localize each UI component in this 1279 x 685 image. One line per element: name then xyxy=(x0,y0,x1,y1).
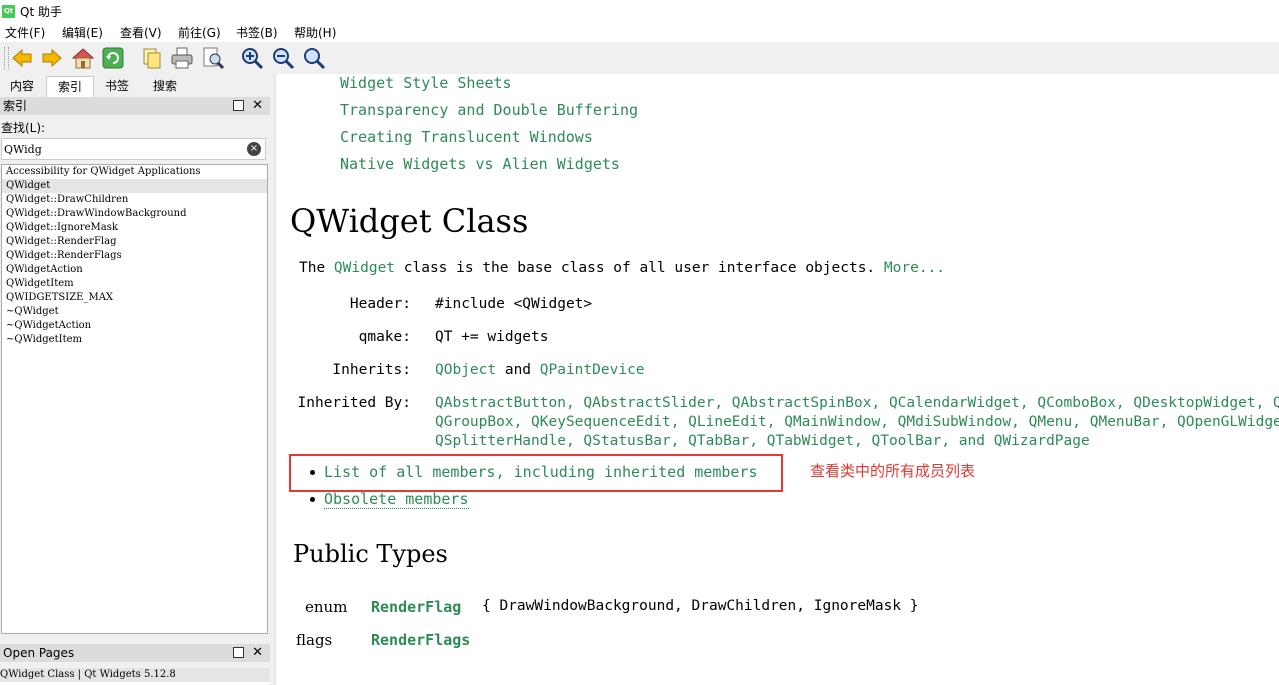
find-label: 查找(L): xyxy=(1,121,46,135)
back-icon[interactable] xyxy=(10,46,34,70)
list-item[interactable]: ~QWidgetItem xyxy=(2,333,267,347)
find-icon[interactable] xyxy=(201,46,225,70)
index-search-box: × xyxy=(1,138,266,160)
brief-prefix: The xyxy=(299,260,334,276)
open-pages-label: Open Pages xyxy=(3,646,75,660)
type-kind: flags xyxy=(296,631,333,649)
index-search-input[interactable] xyxy=(4,141,234,157)
menu-file[interactable]: 文件(F) xyxy=(5,24,45,41)
dock-close-icon[interactable]: ✕ xyxy=(252,97,263,115)
toolbar-handle[interactable] xyxy=(4,47,9,69)
title-bar: Qt Qt 助手 xyxy=(0,0,1279,22)
list-item[interactable]: ~QWidget xyxy=(2,305,267,319)
dock-close-icon[interactable]: ✕ xyxy=(252,644,263,662)
qwidget-link[interactable]: QWidget xyxy=(334,260,395,276)
page-title: QWidget Class xyxy=(290,202,529,240)
list-item[interactable]: QWidgetAction xyxy=(2,263,267,277)
toolbar xyxy=(0,42,1279,75)
tab-index[interactable]: 索引 xyxy=(46,76,94,97)
renderflags-link[interactable]: RenderFlags xyxy=(371,631,470,649)
forward-icon[interactable] xyxy=(40,46,64,70)
annotation-text: 查看类中的所有成员列表 xyxy=(810,462,976,480)
qt-app-icon: Qt xyxy=(2,5,15,18)
menu-go[interactable]: 前往(G) xyxy=(178,24,221,41)
clear-icon[interactable]: × xyxy=(247,142,261,156)
header-label: Header: xyxy=(349,296,411,312)
dock-float-icon[interactable] xyxy=(233,100,244,111)
open-pages-dock-title: Open Pages ✕ xyxy=(0,644,270,662)
tab-contents[interactable]: 内容 xyxy=(2,76,42,96)
qmake-label: qmake: xyxy=(358,329,411,345)
sidebar: 内容 索引 书签 搜索 索引 ✕ 查找(L): × Accessibility … xyxy=(0,74,274,685)
inherits-value: QObject and QPaintDevice xyxy=(435,362,645,378)
list-item[interactable]: QWidget::RenderFlag xyxy=(2,235,267,249)
toc-link[interactable]: Transparency and Double Buffering xyxy=(340,101,638,119)
toc-link[interactable]: Creating Translucent Windows xyxy=(340,128,593,146)
obsolete-members-link[interactable]: Obsolete members xyxy=(324,490,469,509)
qobject-link[interactable]: QObject xyxy=(435,362,496,378)
list-item[interactable]: QWidget::IgnoreMask xyxy=(2,221,267,235)
menu-view[interactable]: 查看(V) xyxy=(120,24,162,41)
more-link[interactable]: More... xyxy=(884,260,945,276)
list-item[interactable]: QWidget::RenderFlags xyxy=(2,249,267,263)
toc-link[interactable]: Widget Style Sheets xyxy=(340,74,512,92)
list-item[interactable]: QWIDGETSIZE_MAX xyxy=(2,291,267,305)
inherited-by-line[interactable]: QGroupBox, QKeySequenceEdit, QLineEdit, … xyxy=(435,414,1279,430)
inherited-by-label: Inherited By: xyxy=(297,395,412,411)
public-types-heading: Public Types xyxy=(293,540,448,568)
zoom-reset-icon[interactable] xyxy=(302,46,326,70)
copy-icon[interactable] xyxy=(140,46,164,70)
renderflag-link[interactable]: RenderFlag xyxy=(371,598,461,616)
menu-edit[interactable]: 编辑(E) xyxy=(62,24,103,41)
inherits-and: and xyxy=(496,362,540,378)
print-icon[interactable] xyxy=(170,46,194,70)
brief-text: class is the base class of all user inte… xyxy=(395,260,884,276)
zoom-in-icon[interactable] xyxy=(240,46,264,70)
open-pages-list: QWidget Class | Qt Widgets 5.12.8 xyxy=(0,668,270,685)
zoom-out-icon[interactable] xyxy=(271,46,295,70)
list-item[interactable]: QWidget::DrawWindowBackground xyxy=(2,207,267,221)
toc-link[interactable]: Native Widgets vs Alien Widgets xyxy=(340,155,620,173)
qpaintdevice-link[interactable]: QPaintDevice xyxy=(540,362,645,378)
class-brief: The QWidget class is the base class of a… xyxy=(299,260,945,276)
bullet xyxy=(310,497,315,502)
dock-float-icon[interactable] xyxy=(233,647,244,658)
menu-bar: 文件(F) 编辑(E) 查看(V) 前往(G) 书签(B) 帮助(H) xyxy=(0,22,1279,42)
list-item[interactable]: Accessibility for QWidget Applications xyxy=(2,165,267,179)
annotation-highlight-box xyxy=(289,454,783,492)
inherited-by-line[interactable]: QSplitterHandle, QStatusBar, QTabBar, QT… xyxy=(435,433,1090,449)
home-icon[interactable] xyxy=(71,46,95,70)
list-item-selected[interactable]: QWidget xyxy=(2,179,267,193)
header-value: #include <QWidget> xyxy=(435,296,593,312)
type-kind: enum xyxy=(305,598,348,616)
inherits-label: Inherits: xyxy=(332,362,411,378)
type-definition: { DrawWindowBackground, DrawChildren, Ig… xyxy=(482,598,919,614)
list-item[interactable]: QWidget::DrawChildren xyxy=(2,193,267,207)
inherited-by-line[interactable]: QAbstractButton, QAbstractSlider, QAbstr… xyxy=(435,395,1279,411)
doc-content: Widget Style Sheets Transparency and Dou… xyxy=(276,74,1279,685)
menu-help[interactable]: 帮助(H) xyxy=(294,24,336,41)
tab-search[interactable]: 搜索 xyxy=(144,76,186,96)
index-dock-label: 索引 xyxy=(3,99,28,113)
menu-bookmarks[interactable]: 书签(B) xyxy=(236,24,278,41)
qmake-value: QT += widgets xyxy=(435,329,549,345)
tab-bookmarks[interactable]: 书签 xyxy=(96,76,138,96)
list-item[interactable]: ~QWidgetAction xyxy=(2,319,267,333)
list-item[interactable]: QWidgetItem xyxy=(2,277,267,291)
index-dock-title: 索引 ✕ xyxy=(0,97,270,115)
sync-icon[interactable] xyxy=(101,46,125,70)
open-page-item[interactable]: QWidget Class | Qt Widgets 5.12.8 xyxy=(0,668,270,682)
window-title: Qt 助手 xyxy=(20,5,62,19)
index-list[interactable]: Accessibility for QWidget Applications Q… xyxy=(1,164,268,634)
